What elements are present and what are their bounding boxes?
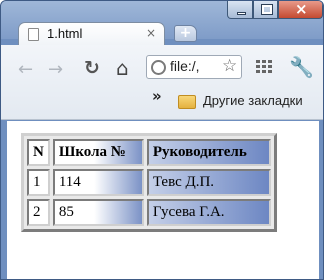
close-icon: ×	[295, 0, 308, 18]
table-cell: 2	[27, 199, 50, 226]
maximize-icon	[261, 4, 273, 15]
forward-arrow-icon[interactable]: →	[48, 59, 63, 80]
wrench-icon[interactable]: 🔧	[289, 55, 314, 79]
grid-icon[interactable]	[256, 60, 272, 73]
tab-active[interactable]: 1.html ×	[18, 22, 165, 45]
reload-icon[interactable]: ↻	[84, 57, 100, 79]
table-cell: 85	[52, 199, 144, 226]
back-arrow-icon[interactable]: ←	[18, 59, 33, 80]
tab-close-icon[interactable]: ×	[146, 26, 156, 40]
table-cell: Гусева Г.А.	[146, 199, 271, 226]
header-n: N	[27, 139, 50, 166]
globe-icon	[151, 60, 166, 75]
table-header-row: N Школа № Руководитель	[27, 139, 271, 166]
tab-title: 1.html	[47, 26, 83, 41]
table-cell: Тевс Д.П.	[146, 169, 271, 196]
bookmarks-chevron[interactable]: »	[152, 87, 162, 105]
header-director: Руководитель	[146, 139, 271, 166]
star-icon[interactable]: ☆	[222, 56, 237, 76]
table-row: 1 114 Тевс Д.П.	[27, 169, 271, 196]
new-tab-button[interactable]: +	[174, 25, 197, 42]
minimize-button[interactable]	[227, 1, 253, 19]
table-row: 2 85 Гусева Г.А.	[27, 199, 271, 226]
schools-table: N Школа № Руководитель 1 114 Тевс Д.П. 2…	[21, 133, 277, 232]
close-window-button[interactable]: ×	[278, 1, 323, 19]
header-school: Школа №	[52, 139, 144, 166]
bookmarks-folder-label[interactable]: Другие закладки	[203, 93, 303, 108]
minimize-icon	[237, 12, 246, 15]
table-cell: 1	[27, 169, 50, 196]
address-text: file:/,	[170, 58, 200, 74]
maximize-button[interactable]	[253, 1, 278, 19]
table-cell: 114	[52, 169, 144, 196]
folder-icon	[178, 95, 196, 109]
browser-window: × 1.html × + ← → ↻ ⌂ file:/, ☆ 🔧 » Други…	[0, 0, 324, 280]
page-icon	[28, 28, 39, 41]
toolbar: ← → ↻ ⌂ file:/, ☆ 🔧 » Другие закладки	[1, 45, 323, 120]
address-bar[interactable]: file:/, ☆	[146, 55, 242, 79]
home-icon[interactable]: ⌂	[116, 56, 129, 80]
page-content: N Школа № Руководитель 1 114 Тевс Д.П. 2…	[7, 121, 319, 279]
